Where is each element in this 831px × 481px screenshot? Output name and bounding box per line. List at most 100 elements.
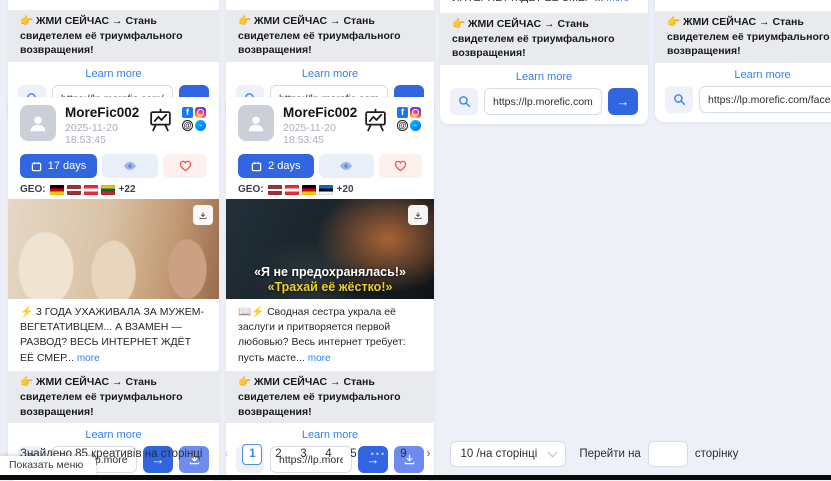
- person-icon: [245, 112, 267, 134]
- person-icon: [27, 112, 49, 134]
- flag-at-icon: [84, 185, 98, 195]
- page-ellipsis: •••: [369, 445, 387, 464]
- flag-de-icon: [302, 185, 316, 195]
- more-link[interactable]: more: [308, 353, 331, 364]
- learn-more-link[interactable]: Learn more: [8, 68, 219, 80]
- card-header: MoreFic002 2025-11-20 18:53:45 f @: [8, 97, 219, 151]
- flag-lv-icon: [268, 185, 282, 195]
- search-icon: [458, 95, 471, 108]
- page-size-select[interactable]: 10 /на сторінці: [450, 441, 566, 467]
- download-icon: [414, 210, 422, 221]
- geo-row: GEO: +20: [226, 178, 434, 199]
- creative-body-text: ⚡ 3 ГОДА УХАЖИВАЛА ЗА МУЖЕМ-ВЕГЕТАТИВЦЕМ…: [8, 299, 219, 371]
- calendar-icon: [31, 161, 42, 172]
- search-button[interactable]: [665, 86, 693, 113]
- analytics-board-icon[interactable]: [363, 108, 388, 133]
- download-icon: [199, 210, 207, 221]
- image-overlay-text: «Я не предохранялась!» «Трахай её жёстко…: [226, 265, 434, 296]
- ad-title: 👉 ЖМИ СЕЙЧАС → Стань свидетелем её триум…: [8, 371, 219, 423]
- geo-flags: [50, 185, 115, 195]
- ad-title: 👉 ЖМИ СЕЙЧАС → Стань свидетелем её триум…: [8, 10, 219, 62]
- more-link[interactable]: more: [77, 353, 100, 364]
- creative-card: MoreFic002 2025-11-20 18:53:45 f @ 2 day…: [226, 97, 434, 481]
- favorite-button[interactable]: [163, 154, 207, 178]
- learn-more-link[interactable]: Learn more: [440, 71, 648, 83]
- flag-lv-icon: [67, 185, 81, 195]
- page-button-3[interactable]: 3: [294, 445, 312, 464]
- creative-image: «Я не предохранялась!» «Трахай её жёстко…: [226, 199, 434, 299]
- goto-page-label: Перейти на: [579, 448, 641, 460]
- heart-icon: [394, 160, 407, 172]
- show-menu-button[interactable]: Показать меню: [0, 456, 96, 475]
- landing-url-row: [665, 86, 831, 113]
- arrow-right-icon: →: [617, 94, 630, 109]
- ad-title: 👉 ЖМИ СЕЙЧАС → Стань свидетелем её триум…: [226, 10, 434, 62]
- landing-url-input[interactable]: [484, 88, 602, 115]
- facebook-icon[interactable]: f: [182, 107, 193, 118]
- more-link[interactable]: more: [606, 0, 629, 4]
- avatar: [20, 105, 56, 141]
- card-actions: 2 days: [226, 151, 434, 178]
- avatar: [238, 105, 274, 141]
- search-icon: [673, 93, 686, 106]
- chevron-down-icon: [548, 448, 558, 458]
- threads-icon[interactable]: @: [182, 120, 193, 131]
- instagram-icon[interactable]: [410, 107, 421, 118]
- page-button-2[interactable]: 2: [269, 445, 287, 464]
- geo-more-count: +22: [119, 184, 136, 195]
- learn-more-link[interactable]: Learn more: [655, 69, 831, 81]
- views-button[interactable]: [319, 154, 374, 178]
- landing-url-row: →: [450, 88, 638, 115]
- creative-image: [8, 199, 219, 299]
- heart-icon: [179, 160, 192, 172]
- favorite-button[interactable]: [379, 154, 422, 178]
- account-name: MoreFic002: [65, 105, 148, 120]
- learn-more-link[interactable]: Learn more: [8, 429, 219, 441]
- facebook-icon[interactable]: f: [397, 107, 408, 118]
- card-header: MoreFic002 2025-11-20 18:53:45 f @: [226, 97, 434, 151]
- ad-card-partial-3: ИНТЕРНЕТ ЖДЁТ ЕЁ СМЕР ... more 👉 ЖМИ СЕЙ…: [440, 0, 648, 124]
- eye-icon: [123, 161, 137, 171]
- creative-card: MoreFic002 2025-11-20 18:53:45 f @ 17 da…: [8, 97, 219, 481]
- geo-row: GEO: +22: [8, 178, 219, 199]
- days-active-button[interactable]: 17 days: [20, 154, 97, 178]
- messenger-icon[interactable]: [195, 120, 206, 131]
- learn-more-link[interactable]: Learn more: [226, 68, 434, 80]
- threads-icon[interactable]: @: [397, 120, 408, 131]
- open-url-button[interactable]: →: [608, 88, 638, 115]
- learn-more-link[interactable]: Learn more: [226, 429, 434, 441]
- eye-icon: [339, 161, 353, 171]
- flag-at-icon: [285, 185, 299, 195]
- ad-card-partial-4: 👉 ЖМИ СЕЙЧАС → Стань свидетелем её триум…: [655, 0, 831, 122]
- messenger-icon[interactable]: [410, 120, 421, 131]
- instagram-icon[interactable]: [195, 107, 206, 118]
- goto-page-suffix: сторінку: [695, 448, 739, 460]
- landing-url-input[interactable]: [699, 86, 831, 113]
- geo-label: GEO:: [20, 184, 46, 195]
- days-active-button[interactable]: 2 days: [238, 154, 314, 178]
- ad-title: 👉 ЖМИ СЕЙЧАС → Стань свидетелем её триум…: [226, 371, 434, 423]
- image-download-button[interactable]: [408, 205, 428, 225]
- page-button-9[interactable]: 9: [394, 445, 412, 464]
- next-page-button[interactable]: ›: [419, 445, 437, 464]
- flag-de-icon: [50, 185, 64, 195]
- page-button-5[interactable]: 5: [344, 445, 362, 464]
- analytics-board-icon[interactable]: [148, 108, 173, 133]
- page-button-4[interactable]: 4: [319, 445, 337, 464]
- geo-more-count: +20: [337, 184, 354, 195]
- search-button[interactable]: [450, 88, 478, 115]
- prev-page-button[interactable]: ‹: [217, 445, 235, 464]
- flag-ee-icon: [319, 185, 333, 195]
- page-button-1[interactable]: 1: [242, 444, 262, 465]
- creative-body-text: 📖⚡ Сводная сестра украла её заслуги и пр…: [226, 299, 434, 371]
- calendar-icon: [251, 161, 262, 172]
- views-button[interactable]: [102, 154, 158, 178]
- goto-page-input[interactable]: [648, 441, 688, 467]
- geo-label: GEO:: [238, 184, 264, 195]
- geo-flags: [268, 185, 333, 195]
- account-name: MoreFic002: [283, 105, 363, 120]
- clipped-body-text: ИНТЕРНЕТ ЖДЁТ ЕЁ СМЕР ... more: [440, 0, 648, 7]
- card-actions: 17 days: [8, 151, 219, 178]
- ad-title: 👉 ЖМИ СЕЙЧАС → Стань свидетелем её триум…: [655, 11, 831, 63]
- image-download-button[interactable]: [193, 205, 213, 225]
